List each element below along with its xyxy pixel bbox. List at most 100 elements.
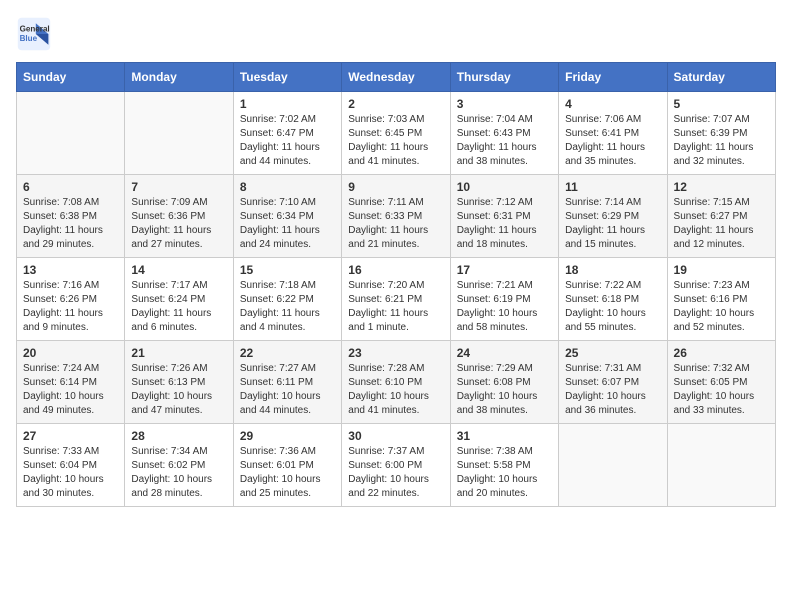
svg-text:General: General: [20, 24, 50, 33]
day-number: 13: [23, 263, 118, 277]
day-number: 21: [131, 346, 226, 360]
calendar-table: SundayMondayTuesdayWednesdayThursdayFrid…: [16, 62, 776, 507]
calendar-cell: 7 Sunrise: 7:09 AM Sunset: 6:36 PM Daylig…: [125, 175, 233, 258]
day-number: 11: [565, 180, 660, 194]
day-number: 24: [457, 346, 552, 360]
day-info: Sunrise: 7:36 AM Sunset: 6:01 PM Dayligh…: [240, 446, 321, 499]
day-info: Sunrise: 7:33 AM Sunset: 6:04 PM Dayligh…: [23, 446, 104, 499]
day-number: 4: [565, 97, 660, 111]
day-info: Sunrise: 7:02 AM Sunset: 6:47 PM Dayligh…: [240, 114, 320, 167]
calendar-cell: 20 Sunrise: 7:24 AM Sunset: 6:14 PM Dayli…: [17, 341, 125, 424]
day-info: Sunrise: 7:08 AM Sunset: 6:38 PM Dayligh…: [23, 197, 103, 250]
day-info: Sunrise: 7:03 AM Sunset: 6:45 PM Dayligh…: [348, 114, 428, 167]
weekday-header: Sunday: [17, 63, 125, 92]
calendar-week-row: 1 Sunrise: 7:02 AM Sunset: 6:47 PM Daylig…: [17, 92, 776, 175]
calendar-cell: 3 Sunrise: 7:04 AM Sunset: 6:43 PM Daylig…: [450, 92, 558, 175]
day-info: Sunrise: 7:20 AM Sunset: 6:21 PM Dayligh…: [348, 280, 428, 333]
day-number: 23: [348, 346, 443, 360]
day-info: Sunrise: 7:32 AM Sunset: 6:05 PM Dayligh…: [674, 363, 755, 416]
calendar-cell: 17 Sunrise: 7:21 AM Sunset: 6:19 PM Dayli…: [450, 258, 558, 341]
day-info: Sunrise: 7:04 AM Sunset: 6:43 PM Dayligh…: [457, 114, 537, 167]
day-info: Sunrise: 7:29 AM Sunset: 6:08 PM Dayligh…: [457, 363, 538, 416]
day-info: Sunrise: 7:15 AM Sunset: 6:27 PM Dayligh…: [674, 197, 754, 250]
day-info: Sunrise: 7:16 AM Sunset: 6:26 PM Dayligh…: [23, 280, 103, 333]
day-number: 12: [674, 180, 769, 194]
weekday-header: Thursday: [450, 63, 558, 92]
calendar-cell: 29 Sunrise: 7:36 AM Sunset: 6:01 PM Dayli…: [233, 424, 341, 507]
day-number: 15: [240, 263, 335, 277]
day-number: 1: [240, 97, 335, 111]
calendar-cell: 9 Sunrise: 7:11 AM Sunset: 6:33 PM Daylig…: [342, 175, 450, 258]
day-number: 29: [240, 429, 335, 443]
calendar-cell: [125, 92, 233, 175]
weekday-header: Wednesday: [342, 63, 450, 92]
day-number: 14: [131, 263, 226, 277]
day-info: Sunrise: 7:06 AM Sunset: 6:41 PM Dayligh…: [565, 114, 645, 167]
calendar-cell: 10Sunrise: 7:12 AM Sunset: 6:31 PM Dayli…: [450, 175, 558, 258]
calendar-header-row: SundayMondayTuesdayWednesdayThursdayFrid…: [17, 63, 776, 92]
calendar-cell: 28 Sunrise: 7:34 AM Sunset: 6:02 PM Dayli…: [125, 424, 233, 507]
day-number: 3: [457, 97, 552, 111]
calendar-cell: 4 Sunrise: 7:06 AM Sunset: 6:41 PM Daylig…: [559, 92, 667, 175]
day-number: 5: [674, 97, 769, 111]
day-number: 17: [457, 263, 552, 277]
calendar-week-row: 13 Sunrise: 7:16 AM Sunset: 6:26 PM Dayli…: [17, 258, 776, 341]
calendar-cell: 12 Sunrise: 7:15 AM Sunset: 6:27 PM Dayli…: [667, 175, 775, 258]
day-number: 31: [457, 429, 552, 443]
svg-text:Blue: Blue: [20, 34, 38, 43]
day-info: Sunrise: 7:31 AM Sunset: 6:07 PM Dayligh…: [565, 363, 646, 416]
day-info: Sunrise: 7:34 AM Sunset: 6:02 PM Dayligh…: [131, 446, 212, 499]
day-number: 20: [23, 346, 118, 360]
day-info: Sunrise: 7:23 AM Sunset: 6:16 PM Dayligh…: [674, 280, 755, 333]
weekday-header: Friday: [559, 63, 667, 92]
day-number: 26: [674, 346, 769, 360]
day-info: Sunrise: 7:26 AM Sunset: 6:13 PM Dayligh…: [131, 363, 212, 416]
day-number: 18: [565, 263, 660, 277]
day-number: 6: [23, 180, 118, 194]
day-info: Sunrise: 7:14 AM Sunset: 6:29 PM Dayligh…: [565, 197, 645, 250]
calendar-cell: 21 Sunrise: 7:26 AM Sunset: 6:13 PM Dayli…: [125, 341, 233, 424]
day-number: 25: [565, 346, 660, 360]
calendar-week-row: 6 Sunrise: 7:08 AM Sunset: 6:38 PM Daylig…: [17, 175, 776, 258]
day-info: Sunrise: 7:07 AM Sunset: 6:39 PM Dayligh…: [674, 114, 754, 167]
day-info: Sunrise: 7:17 AM Sunset: 6:24 PM Dayligh…: [131, 280, 211, 333]
day-info: Sunrise: 7:18 AM Sunset: 6:22 PM Dayligh…: [240, 280, 320, 333]
page-header: General Blue: [16, 16, 776, 52]
day-info: Sunrise: 7:38 AM Sunset: 5:58 PM Dayligh…: [457, 446, 538, 499]
day-info: Sunrise: 7:21 AM Sunset: 6:19 PM Dayligh…: [457, 280, 538, 333]
calendar-cell: 18 Sunrise: 7:22 AM Sunset: 6:18 PM Dayli…: [559, 258, 667, 341]
day-number: 9: [348, 180, 443, 194]
day-info: Sunrise: 7:24 AM Sunset: 6:14 PM Dayligh…: [23, 363, 104, 416]
calendar-week-row: 27 Sunrise: 7:33 AM Sunset: 6:04 PM Dayli…: [17, 424, 776, 507]
calendar-cell: 11 Sunrise: 7:14 AM Sunset: 6:29 PM Dayli…: [559, 175, 667, 258]
calendar-cell: 30Sunrise: 7:37 AM Sunset: 6:00 PM Dayli…: [342, 424, 450, 507]
day-info: Sunrise: 7:22 AM Sunset: 6:18 PM Dayligh…: [565, 280, 646, 333]
day-info: Sunrise: 7:10 AM Sunset: 6:34 PM Dayligh…: [240, 197, 320, 250]
calendar-cell: 24 Sunrise: 7:29 AM Sunset: 6:08 PM Dayli…: [450, 341, 558, 424]
calendar-cell: [559, 424, 667, 507]
calendar-cell: 23 Sunrise: 7:28 AM Sunset: 6:10 PM Dayli…: [342, 341, 450, 424]
day-info: Sunrise: 7:27 AM Sunset: 6:11 PM Dayligh…: [240, 363, 321, 416]
weekday-header: Monday: [125, 63, 233, 92]
logo-icon: General Blue: [16, 16, 52, 52]
logo: General Blue: [16, 16, 52, 52]
day-number: 27: [23, 429, 118, 443]
calendar-cell: 25 Sunrise: 7:31 AM Sunset: 6:07 PM Dayli…: [559, 341, 667, 424]
day-number: 22: [240, 346, 335, 360]
day-number: 8: [240, 180, 335, 194]
calendar-cell: [17, 92, 125, 175]
calendar-cell: 19Sunrise: 7:23 AM Sunset: 6:16 PM Dayli…: [667, 258, 775, 341]
calendar-cell: 5 Sunrise: 7:07 AM Sunset: 6:39 PM Daylig…: [667, 92, 775, 175]
day-number: 16: [348, 263, 443, 277]
day-info: Sunrise: 7:09 AM Sunset: 6:36 PM Dayligh…: [131, 197, 211, 250]
day-number: 7: [131, 180, 226, 194]
calendar-cell: 26 Sunrise: 7:32 AM Sunset: 6:05 PM Dayli…: [667, 341, 775, 424]
day-number: 30: [348, 429, 443, 443]
calendar-cell: [667, 424, 775, 507]
weekday-header: Saturday: [667, 63, 775, 92]
calendar-cell: 15 Sunrise: 7:18 AM Sunset: 6:22 PM Dayli…: [233, 258, 341, 341]
day-info: Sunrise: 7:28 AM Sunset: 6:10 PM Dayligh…: [348, 363, 429, 416]
day-number: 28: [131, 429, 226, 443]
calendar-cell: 1 Sunrise: 7:02 AM Sunset: 6:47 PM Daylig…: [233, 92, 341, 175]
day-info: Sunrise: 7:11 AM Sunset: 6:33 PM Dayligh…: [348, 197, 428, 250]
